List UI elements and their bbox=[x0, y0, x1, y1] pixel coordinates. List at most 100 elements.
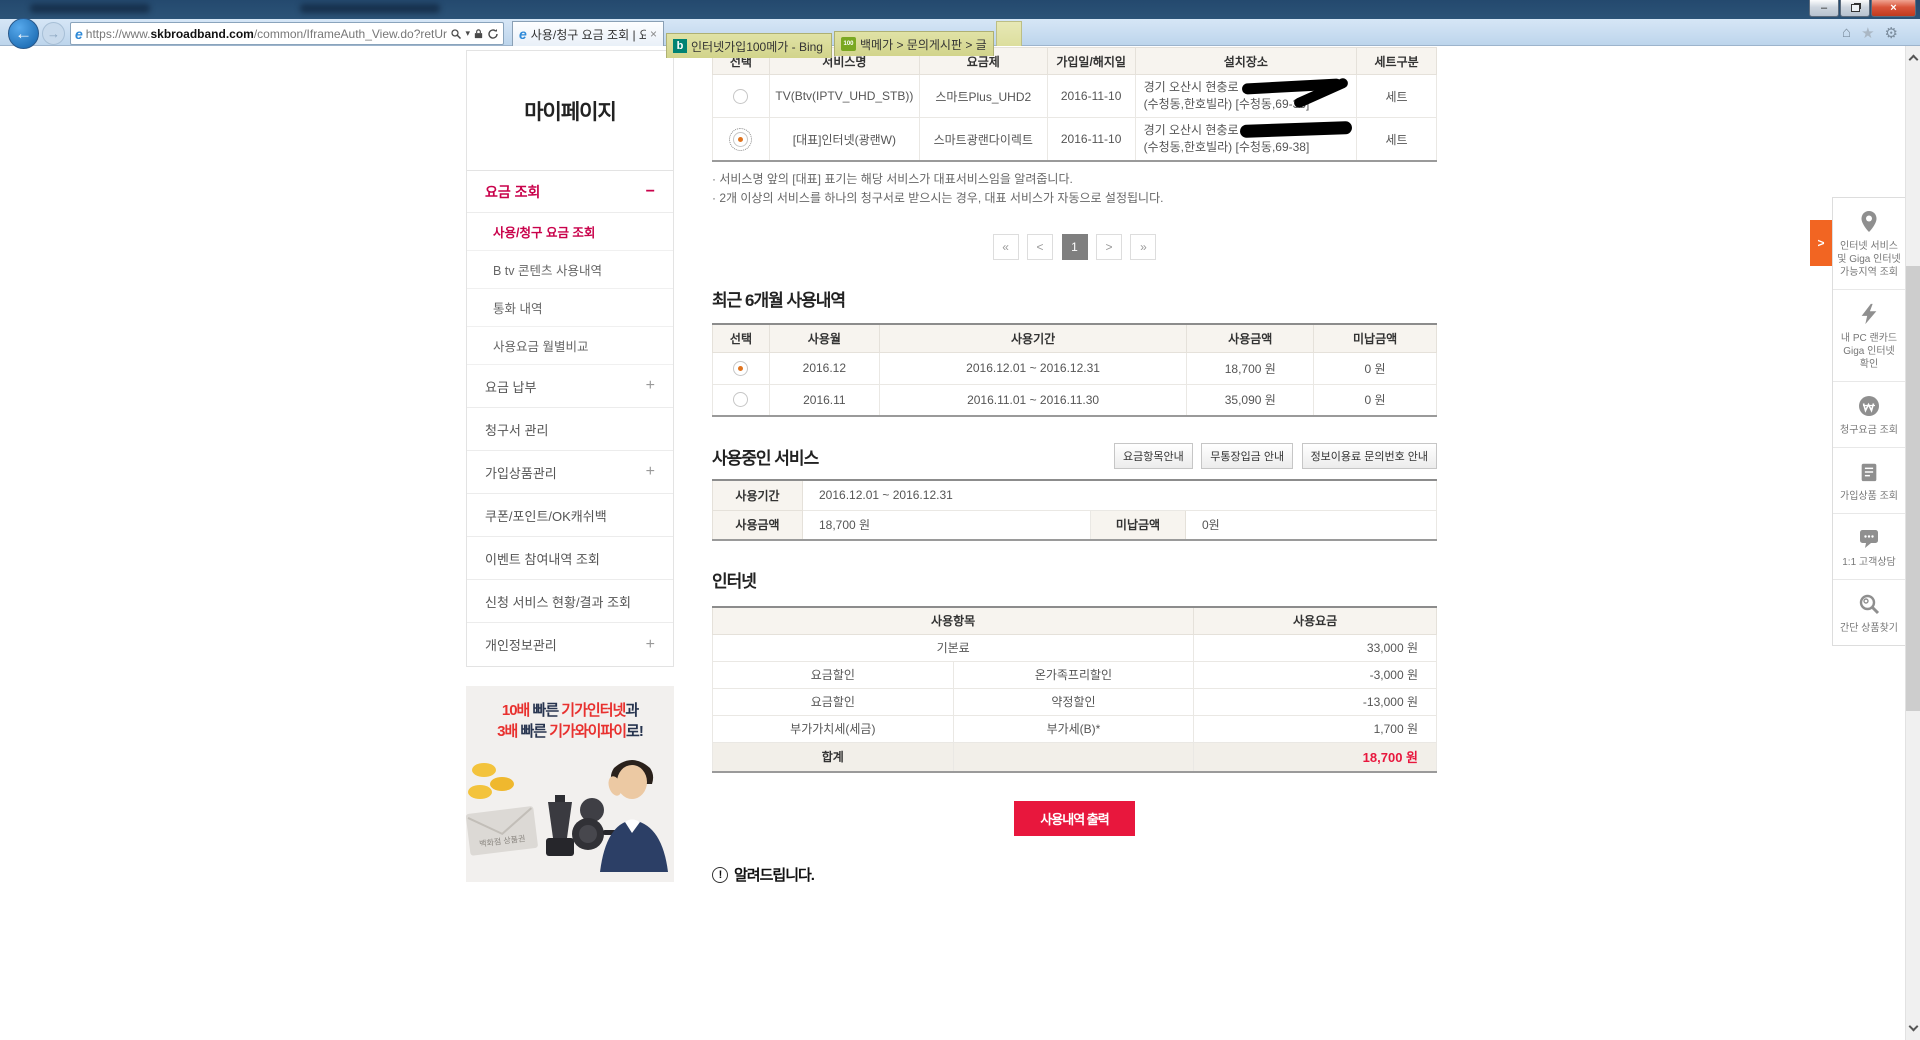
sidebar-item-bill-management[interactable]: 청구서 관리 bbox=[467, 408, 673, 451]
chat-bubble-icon bbox=[1857, 526, 1881, 550]
sidebar-subitem-monthly-compare[interactable]: 사용요금 월별비교 bbox=[467, 327, 673, 365]
expand-plus-icon[interactable]: + bbox=[646, 636, 655, 654]
ie-page-icon: e bbox=[519, 26, 527, 42]
sidebar-item-service-request-status[interactable]: 신청 서비스 현황/결과 조회 bbox=[467, 580, 673, 623]
service-radio-internet[interactable] bbox=[733, 132, 748, 147]
internet-fee-table: 사용항목 사용요금 기본료 33,000 원 요금할인 온가족프리할인 -3,0… bbox=[712, 606, 1437, 773]
sidebar-subitem-btv-content[interactable]: B tv 콘텐츠 사용내역 bbox=[467, 251, 673, 289]
quickmenu-bill-inquiry[interactable]: 청구요금 조회 bbox=[1833, 382, 1905, 448]
month-radio-201612[interactable] bbox=[733, 361, 748, 376]
vertical-scrollbar[interactable] bbox=[1905, 46, 1920, 1040]
ad-headline-line2: 3배 빠른 기가와이파이로! bbox=[466, 721, 674, 742]
page-first-button[interactable]: « bbox=[993, 234, 1019, 260]
settings-gear-icon[interactable]: ⚙ bbox=[1885, 24, 1898, 42]
window-title-blur bbox=[30, 4, 150, 13]
giga-internet-ad-banner[interactable]: 10배 빠른 기가인터넷과 3배 빠른 기가와이파이로! 백화점 상품권 bbox=[466, 686, 674, 882]
restore-icon bbox=[1851, 4, 1860, 12]
tab-usage-fee-inquiry[interactable]: e 사용/청구 요금 조회 | 요금... × bbox=[512, 21, 664, 46]
month-radio-201611[interactable] bbox=[733, 392, 748, 407]
total-amount: 18,700 원 bbox=[1194, 742, 1437, 772]
browser-action-icons: ⌂ ★ ⚙ bbox=[1842, 24, 1898, 42]
table-row: 2016.12 2016.12.01 ~ 2016.12.31 18,700 원… bbox=[713, 352, 1437, 384]
window-title-blur bbox=[300, 4, 440, 13]
table-header-row: 선택 사용월 사용기간 사용금액 미납금액 bbox=[713, 324, 1437, 352]
sidebar-item-fee-payment[interactable]: 요금 납부 + bbox=[467, 365, 673, 408]
tab-close-icon[interactable]: × bbox=[650, 27, 657, 41]
info-fee-contact-button[interactable]: 정보이용료 문의번호 안내 bbox=[1302, 443, 1437, 469]
bank-deposit-info-button[interactable]: 무통장입금 안내 bbox=[1201, 443, 1293, 469]
back-button[interactable]: ← bbox=[8, 18, 39, 49]
table-header-row: 사용항목 사용요금 bbox=[713, 607, 1437, 634]
tab-100mega-board[interactable]: 100 백메가 > 문의게시판 > 글쓰기 bbox=[834, 31, 994, 56]
100mega-icon: 100 bbox=[841, 37, 856, 51]
favorites-star-icon[interactable]: ★ bbox=[1861, 24, 1874, 42]
refresh-icon[interactable] bbox=[487, 28, 499, 40]
sidebar-subitem-usage-billing[interactable]: 사용/청구 요금 조회 bbox=[467, 213, 673, 251]
window-titlebar bbox=[0, 0, 1920, 19]
scroll-up-icon[interactable] bbox=[1909, 55, 1919, 65]
won-circle-icon bbox=[1857, 394, 1881, 418]
page-viewport: 마이페이지 요금 조회 − 사용/청구 요금 조회 B tv 콘텐츠 사용내역 … bbox=[0, 46, 1920, 1040]
sidebar-item-coupon-point[interactable]: 쿠폰/포인트/OK캐쉬백 bbox=[467, 494, 673, 537]
location-pin-icon bbox=[1857, 210, 1881, 234]
dropdown-caret-icon[interactable]: ▾ bbox=[465, 28, 470, 39]
print-usage-button[interactable]: 사용내역 출력 bbox=[1014, 801, 1134, 836]
table-footnotes: · 서비스명 앞의 [대표] 표기는 해당 서비스가 대표서비스임을 알려줍니다… bbox=[712, 170, 1437, 208]
info-buttons: 요금항목안내 무통장입금 안내 정보이용료 문의번호 안내 bbox=[1110, 443, 1437, 469]
sidebar-item-fee-inquiry[interactable]: 요금 조회 − bbox=[467, 171, 673, 213]
info-icon: ! bbox=[712, 867, 728, 883]
sidebar-title: 마이페이지 bbox=[467, 51, 673, 171]
sidebar-item-event-history[interactable]: 이벤트 참여내역 조회 bbox=[467, 537, 673, 580]
home-icon[interactable]: ⌂ bbox=[1842, 24, 1851, 42]
tab-bar: e 사용/청구 요금 조회 | 요금... × b 인터넷가입100메가 - B… bbox=[512, 21, 1022, 46]
table-row: 2016.11 2016.11.01 ~ 2016.11.30 35,090 원… bbox=[713, 384, 1437, 416]
main-content: 선택 서비스명 요금제 가입일/해지일 설치장소 세트구분 TV(Btv(IPT… bbox=[712, 46, 1437, 885]
quickmenu-collapse-tab[interactable]: > bbox=[1810, 220, 1832, 266]
restore-button[interactable] bbox=[1840, 0, 1870, 17]
table-row: 요금할인 온가족프리할인 -3,000 원 bbox=[713, 661, 1437, 688]
internet-heading: 인터넷 bbox=[712, 567, 1437, 592]
sidebar-subitem-call-history[interactable]: 통화 내역 bbox=[467, 289, 673, 327]
search-icon[interactable] bbox=[450, 28, 462, 40]
back-arrow-icon: ← bbox=[15, 24, 32, 44]
lock-icon bbox=[473, 28, 484, 40]
collapse-minus-icon[interactable]: − bbox=[646, 183, 655, 201]
new-tab-button[interactable] bbox=[996, 21, 1022, 46]
current-service-heading: 사용중인 서비스 bbox=[712, 444, 818, 469]
quickmenu-customer-chat[interactable]: 1:1 고객상담 bbox=[1833, 514, 1905, 580]
service-radio-tv[interactable] bbox=[733, 89, 748, 104]
table-row: 사용금액 18,700 원 미납금액 0원 bbox=[713, 510, 1437, 540]
page-prev-button[interactable]: < bbox=[1027, 234, 1053, 260]
quickmenu-coverage-check[interactable]: 인터넷 서비스 및 Giga 인터넷 가능지역 조회 bbox=[1833, 198, 1905, 290]
quickmenu-product-finder[interactable]: 간단 상품찾기 bbox=[1833, 580, 1905, 645]
page-last-button[interactable]: » bbox=[1130, 234, 1156, 260]
forward-button[interactable]: → bbox=[42, 22, 65, 45]
scroll-down-icon[interactable] bbox=[1909, 1022, 1919, 1032]
pagination: « < 1 > » bbox=[712, 234, 1437, 260]
magnifier-icon bbox=[1857, 592, 1881, 616]
lightning-icon bbox=[1858, 302, 1880, 326]
address-bar[interactable]: e https://www.skbroadband.com/common/Ifr… bbox=[70, 22, 504, 45]
mypage-sidebar: 마이페이지 요금 조회 − 사용/청구 요금 조회 B tv 콘텐츠 사용내역 … bbox=[466, 50, 674, 667]
current-service-table: 사용기간 2016.12.01 ~ 2016.12.31 사용금액 18,700… bbox=[712, 479, 1437, 541]
close-button[interactable]: × bbox=[1871, 0, 1916, 17]
page-next-button[interactable]: > bbox=[1096, 234, 1122, 260]
bing-icon: b bbox=[673, 39, 687, 53]
quickmenu-product-inquiry[interactable]: 가입상품 조회 bbox=[1833, 448, 1905, 514]
table-row: 요금할인 약정할인 -13,000 원 bbox=[713, 688, 1437, 715]
ad-headline-line1: 10배 빠른 기가인터넷과 bbox=[466, 686, 674, 721]
fee-items-info-button[interactable]: 요금항목안내 bbox=[1114, 443, 1193, 469]
sidebar-item-personal-info[interactable]: 개인정보관리 + bbox=[467, 623, 673, 666]
sidebar-item-subscribed-products[interactable]: 가입상품관리 + bbox=[467, 451, 673, 494]
page-current[interactable]: 1 bbox=[1062, 234, 1088, 260]
tab-bing-search[interactable]: b 인터넷가입100메가 - Bing bbox=[666, 33, 832, 58]
recent-usage-table: 선택 사용월 사용기간 사용금액 미납금액 2016.12 2016.12.01… bbox=[712, 323, 1437, 417]
table-row: 부가가치세(세금) 부가세(B)* 1,700 원 bbox=[713, 715, 1437, 742]
expand-plus-icon[interactable]: + bbox=[646, 377, 655, 395]
scrollbar-thumb[interactable] bbox=[1906, 266, 1920, 711]
table-row: TV(Btv(IPTV_UHD_STB)) 스마트Plus_UHD2 2016-… bbox=[713, 75, 1437, 118]
quickmenu-lan-card-check[interactable]: 내 PC 랜카드 Giga 인터넷 확인 bbox=[1833, 290, 1905, 382]
expand-plus-icon[interactable]: + bbox=[646, 463, 655, 481]
minimize-button[interactable]: – bbox=[1809, 0, 1839, 17]
table-row: 사용기간 2016.12.01 ~ 2016.12.31 bbox=[713, 480, 1437, 510]
